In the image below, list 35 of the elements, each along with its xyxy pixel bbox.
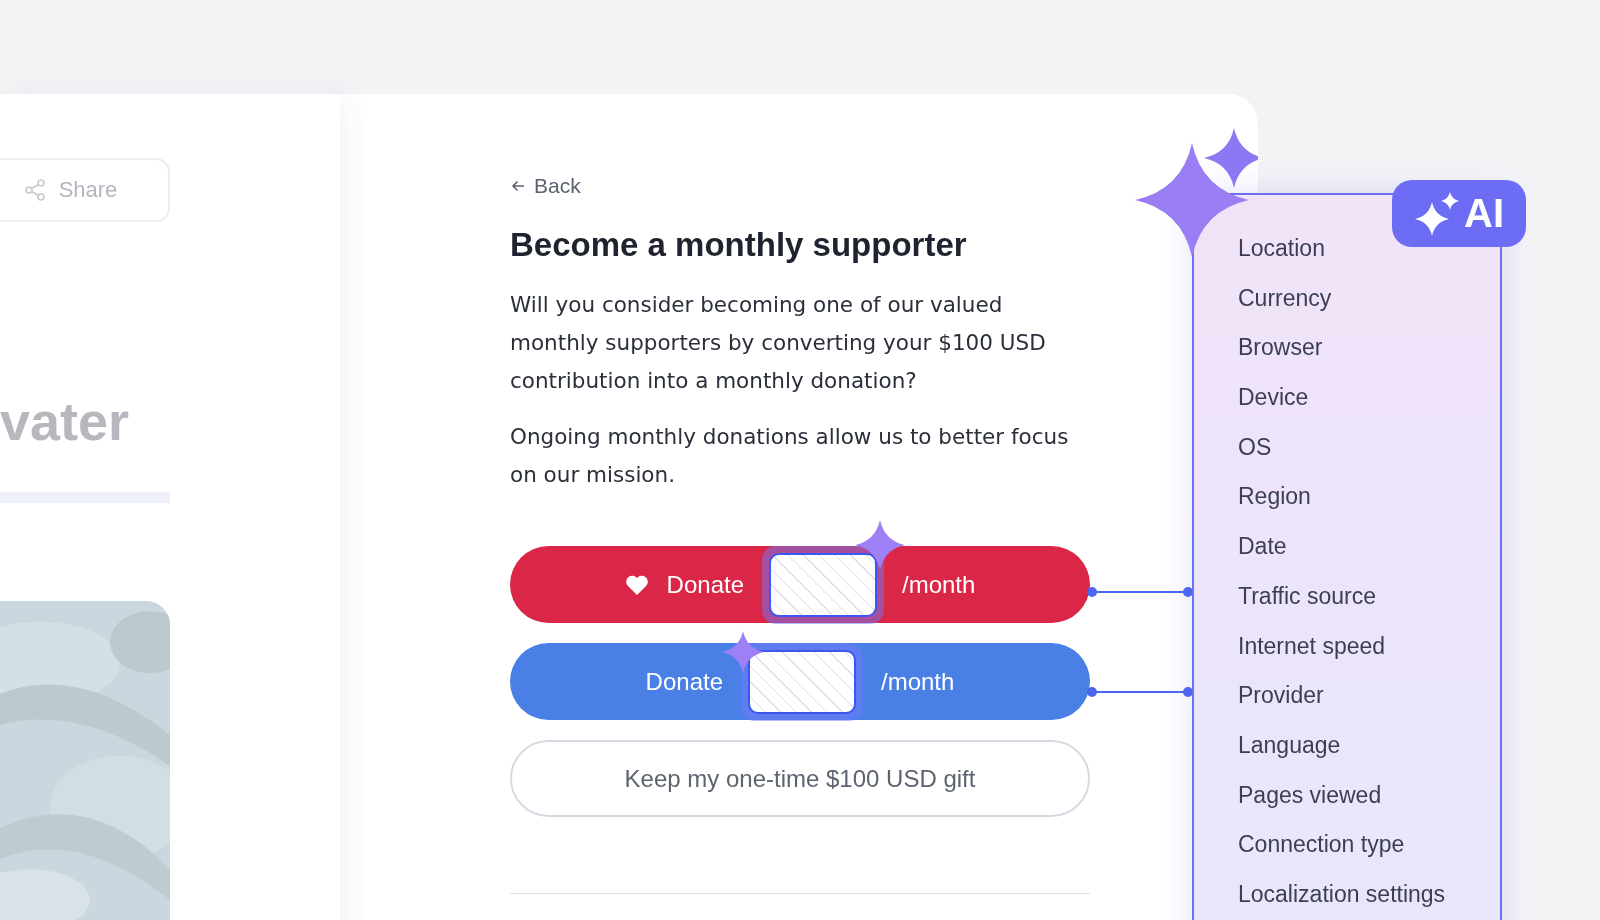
back-link[interactable]: Back [510, 174, 581, 198]
page-heading: vater [0, 390, 130, 452]
ai-badge: AI [1392, 180, 1526, 247]
attribute-item: Provider [1238, 682, 1325, 711]
attribute-item: Currency [1238, 284, 1333, 313]
description-text: Ongoing monthly donations allow us to better focus on our mission. [510, 423, 1070, 489]
attribute-item: Traffic source [1238, 582, 1378, 611]
attribute-item: Language [1238, 731, 1342, 760]
arrow-left-icon [510, 178, 526, 194]
sparkle-icon [722, 631, 764, 673]
keep-gift-button[interactable]: Keep my one-time $100 USD gift [510, 740, 1090, 817]
month-label: /month [902, 570, 976, 599]
donate-label: Donate [666, 570, 744, 599]
heart-icon [624, 573, 649, 596]
attribute-item: Connection type [1238, 831, 1406, 860]
attribute-item: Device [1238, 384, 1310, 413]
attribute-item: Region [1238, 483, 1312, 512]
donate-label: Donate [645, 667, 723, 696]
description-text: Will you consider becoming one of our valued monthly supporters by converting your $100 USD contribution into a monthly donation? [510, 291, 1047, 395]
attribute-item: OS [1238, 433, 1273, 462]
share-icon [22, 178, 47, 202]
attribute-item: Internet speed [1238, 632, 1387, 661]
amount-field[interactable] [762, 545, 884, 624]
sparkles-icon [1414, 190, 1460, 237]
donate-button[interactable]: Donate /month [510, 546, 1090, 623]
attribute-item: Localization settings [1238, 880, 1447, 909]
form-title: Become a monthly supporter [510, 226, 968, 264]
month-label: /month [881, 667, 955, 696]
attribute-item: Browser [1238, 334, 1324, 363]
attribute-item: Pages viewed [1238, 781, 1383, 810]
donate-button[interactable]: Donate /month [510, 643, 1090, 720]
sparkle-icon [855, 520, 905, 570]
amount-field[interactable] [741, 642, 863, 721]
attribute-item: Location [1238, 235, 1326, 263]
attribute-item: Date [1238, 533, 1288, 562]
